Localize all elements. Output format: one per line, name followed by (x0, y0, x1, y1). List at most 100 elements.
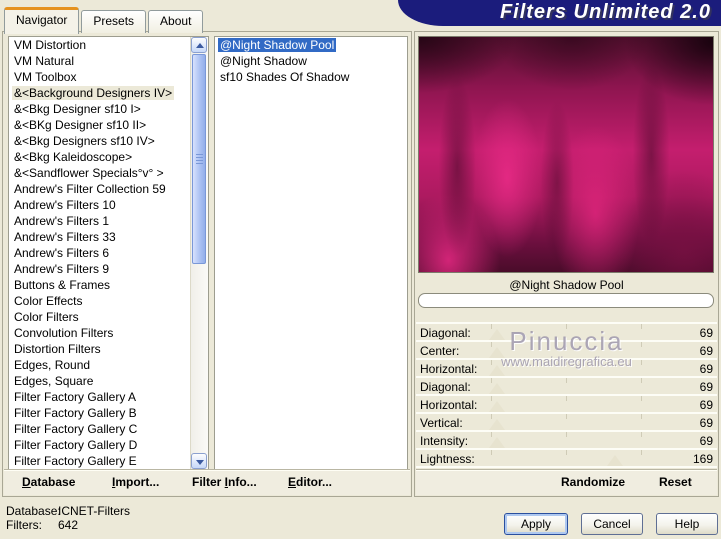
slider-row[interactable]: Horizontal: 69 (416, 358, 717, 376)
category-item[interactable]: Andrew's Filter Collection 59 (9, 181, 191, 197)
category-listbox[interactable]: VM Distortion VM Natural VM Toolbox &<Backg… (8, 36, 209, 470)
category-item[interactable]: Filter Factory Gallery D (9, 437, 191, 453)
title-banner: Filters Unlimited 2.0 (398, 0, 721, 26)
slider-label: Center: (420, 344, 460, 358)
slider-label: Diagonal: (420, 380, 471, 394)
filters-unlimited-dialog: Navigator Presets About Filters Unlimite… (0, 0, 721, 539)
slider-thumb[interactable] (607, 455, 624, 466)
category-item[interactable]: Andrew's Filters 6 (9, 245, 191, 261)
category-item[interactable]: Filter Factory Gallery A (9, 389, 191, 405)
import-button[interactable]: Import... (112, 475, 159, 489)
slider-thumb[interactable] (489, 329, 506, 340)
slider-label: Horizontal: (420, 398, 478, 412)
help-button[interactable]: Help (656, 513, 718, 535)
scrollbar-thumb[interactable] (192, 54, 206, 264)
database-value: ICNET-Filters (58, 504, 130, 518)
progress-bar (418, 293, 714, 308)
category-item[interactable]: Convolution Filters (9, 325, 191, 341)
slider-row[interactable]: Vertical: 69 (416, 412, 717, 430)
slider-value: 69 (699, 398, 713, 412)
filter-item[interactable]: sf10 Shades Of Shadow (215, 69, 407, 85)
slider-value: 69 (699, 416, 713, 430)
scroll-up-button[interactable] (191, 37, 207, 53)
apply-button[interactable]: Apply (504, 513, 568, 535)
tab-navigator-label: Navigator (16, 13, 68, 27)
category-item[interactable]: Buttons & Frames (9, 277, 191, 293)
slider-value: 69 (699, 344, 713, 358)
slider-row[interactable]: Center: 69 (416, 340, 717, 358)
category-scrollbar[interactable] (190, 37, 208, 469)
category-item[interactable]: VM Natural (9, 53, 191, 69)
category-item[interactable]: VM Distortion (9, 37, 191, 53)
slider-label: Horizontal: (420, 362, 478, 376)
category-item[interactable]: Edges, Square (9, 373, 191, 389)
category-item[interactable]: &<BKg Designer sf10 II> (9, 117, 191, 133)
slider-thumb[interactable] (489, 347, 506, 358)
slider-label: Diagonal: (420, 326, 471, 340)
randomize-button[interactable]: Randomize (561, 475, 625, 489)
category-item[interactable]: Distortion Filters (9, 341, 191, 357)
left-toolbar: Database Import... Filter Info... Editor... (4, 469, 410, 495)
category-item[interactable]: Color Effects (9, 293, 191, 309)
slider-thumb[interactable] (489, 437, 506, 448)
tab-presets[interactable]: Presets (81, 10, 147, 33)
category-item[interactable]: Andrew's Filters 1 (9, 213, 191, 229)
filter-info-button[interactable]: Filter Info... (192, 475, 257, 489)
slider-row[interactable]: Lightness: 169 (416, 448, 717, 468)
category-item[interactable]: Filter Factory Gallery E (9, 453, 191, 469)
filters-count-label: Filters: (6, 518, 42, 532)
navigator-panel: VM Distortion VM Natural VM Toolbox &<Backg… (2, 31, 412, 497)
filters-count-value: 642 (58, 518, 79, 532)
category-item[interactable]: &<Bkg Kaleidoscope> (9, 149, 191, 165)
slider-thumb[interactable] (489, 419, 506, 430)
reset-button[interactable]: Reset (659, 475, 692, 489)
preview-filter-name: @Night Shadow Pool (509, 278, 624, 292)
category-item[interactable]: Andrew's Filters 9 (9, 261, 191, 277)
preview-panel: @Night Shadow Pool Pinuccia www.maidireg… (414, 31, 719, 497)
editor-button[interactable]: Editor... (288, 475, 332, 489)
slider-thumb[interactable] (489, 401, 506, 412)
app-title: Filters Unlimited 2.0 (499, 1, 711, 23)
category-item[interactable]: Edges, Round (9, 357, 191, 373)
database-button[interactable]: Database (22, 475, 75, 489)
database-label: Database: (6, 504, 61, 518)
tab-about-label: About (160, 14, 192, 28)
slider-thumb[interactable] (489, 383, 506, 394)
slider-value: 69 (699, 380, 713, 394)
filter-item-selected[interactable]: @Night Shadow Pool (215, 37, 407, 53)
tab-strip: Navigator Presets About (4, 7, 205, 34)
status-text: Database: ICNET-Filters Filters: 642 (6, 504, 130, 532)
category-item[interactable]: &<Bkg Designer sf10 I> (9, 101, 191, 117)
category-item[interactable]: &<Sandflower Specials°v° > (9, 165, 191, 181)
category-item[interactable]: Filter Factory Gallery C (9, 421, 191, 437)
category-item[interactable]: Andrew's Filters 10 (9, 197, 191, 213)
status-area: Database: ICNET-Filters Filters: 642 App… (0, 498, 721, 539)
slider-stack: Pinuccia www.maidiregrafica.eu Diagonal:… (416, 322, 717, 468)
scrollbar-track[interactable] (191, 53, 207, 453)
category-item[interactable]: Color Filters (9, 309, 191, 325)
filter-listbox[interactable]: @Night Shadow Pool @Night Shadow sf10 Shad… (214, 36, 408, 470)
right-toolbar: Randomize Reset (416, 469, 717, 495)
slider-row[interactable]: Horizontal: 69 (416, 394, 717, 412)
filter-preview-image[interactable] (418, 36, 714, 273)
cancel-button[interactable]: Cancel (581, 513, 643, 535)
category-item[interactable]: Andrew's Filters 33 (9, 229, 191, 245)
category-item-selected[interactable]: &<Background Designers IV> (9, 85, 191, 101)
slider-label: Vertical: (420, 416, 463, 430)
slider-value: 69 (699, 326, 713, 340)
filter-item[interactable]: @Night Shadow (215, 53, 407, 69)
slider-thumb[interactable] (489, 365, 506, 376)
slider-row[interactable]: Diagonal: 69 (416, 376, 717, 394)
tab-presets-label: Presets (93, 14, 135, 28)
slider-value: 69 (699, 362, 713, 376)
category-item[interactable]: VM Toolbox (9, 69, 191, 85)
category-item[interactable]: &<Bkg Designers sf10 IV> (9, 133, 191, 149)
tab-navigator[interactable]: Navigator (4, 7, 80, 34)
slider-label: Intensity: (420, 434, 469, 448)
arrow-down-icon (196, 460, 204, 465)
slider-row[interactable]: Diagonal: 69 (416, 322, 717, 340)
tab-about[interactable]: About (148, 10, 204, 33)
slider-row[interactable]: Intensity: 69 (416, 430, 717, 448)
scroll-down-button[interactable] (191, 453, 207, 469)
category-item[interactable]: Filter Factory Gallery B (9, 405, 191, 421)
